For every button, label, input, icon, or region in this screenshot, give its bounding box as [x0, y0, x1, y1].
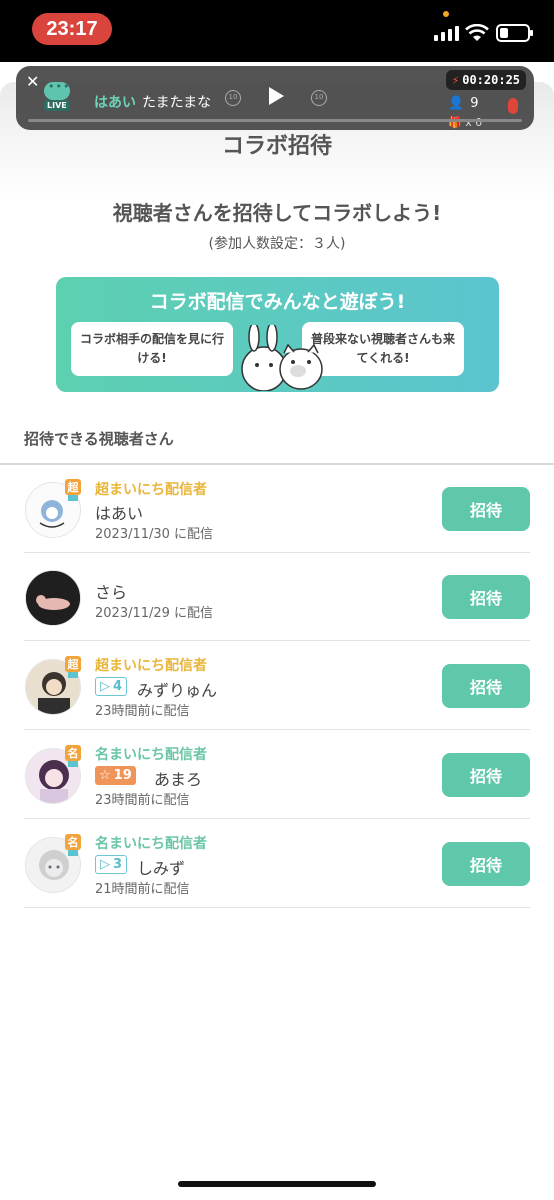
mini-player-host: はあい — [94, 95, 136, 111]
banner-title: コラボ配信でみんなと遊ぼう! — [149, 291, 406, 313]
mini-player-progress — [28, 119, 522, 122]
rank-badge: 名 — [65, 745, 81, 761]
level-value: 19 — [113, 768, 132, 783]
forward-10-icon[interactable]: 10 — [311, 90, 327, 106]
bolt-icon: ⚡ — [452, 73, 460, 87]
last-broadcast: 23時間前に配信 — [95, 793, 190, 808]
privacy-indicator — [443, 11, 449, 17]
rank-badge: 名 — [65, 834, 81, 850]
level-badge: ☆ 19 — [95, 766, 136, 785]
last-broadcast: 23時間前に配信 — [95, 704, 190, 719]
gift-icon: 🎁 — [448, 116, 462, 129]
viewer-name: さら — [95, 583, 128, 602]
viewer-row: 名 名まいにち配信者 ▷ 3 しみず 21時間前に配信 招待 — [24, 820, 530, 908]
broadcast-timer: ⚡ 00:20:25 — [446, 70, 527, 90]
viewer-name: みずりゅん — [137, 681, 218, 700]
badge-ribbon — [68, 761, 78, 767]
gift-count-text: x 0 — [465, 116, 483, 129]
mini-player[interactable]: ✕ LIVE はあい たまたまな 10 10 ⚡ 00:20:25 👤 9 🎁 … — [16, 66, 534, 130]
viewer-name: あまろ — [154, 770, 203, 789]
participant-setting: (参加人数設定：３人) — [208, 236, 346, 252]
avatar — [25, 570, 81, 626]
last-broadcast: 21時間前に配信 — [95, 882, 190, 897]
rank-label: 超まいにち配信者 — [95, 658, 207, 674]
rank-label: 名まいにち配信者 — [95, 836, 207, 852]
invite-button[interactable]: 招待 — [442, 487, 530, 531]
last-broadcast: 2023/11/29 に配信 — [95, 606, 214, 621]
mascot-illustration — [241, 325, 323, 391]
close-icon[interactable]: ✕ — [26, 72, 39, 91]
badge-ribbon — [68, 672, 78, 678]
cellular-signal-icon — [434, 26, 459, 41]
live-chat-icon: LIVE — [44, 80, 72, 112]
live-label: LIVE — [44, 100, 70, 111]
status-time: 23:17 — [32, 13, 112, 45]
viewer-row: 名 名まいにち配信者 ☆ 19 あまろ 23時間前に配信 招待 — [24, 731, 530, 819]
gift-count: 🎁 x 0 — [448, 116, 482, 129]
viewer-name: しみず — [137, 859, 186, 878]
microphone-icon[interactable] — [508, 98, 518, 114]
viewer-count: 👤 9 — [448, 96, 478, 111]
mini-player-title: たまたまな — [142, 95, 212, 111]
rank-label: 超まいにち配信者 — [95, 482, 207, 498]
viewer-row: さら 2023/11/29 に配信 招待 — [24, 553, 530, 641]
badge-ribbon — [68, 495, 78, 501]
wifi-icon — [465, 24, 489, 41]
status-bar: 23:17 — [0, 0, 554, 62]
invite-button[interactable]: 招待 — [442, 753, 530, 797]
level-value: 3 — [113, 857, 123, 872]
badge-ribbon — [68, 850, 78, 856]
invite-button[interactable]: 招待 — [442, 575, 530, 619]
viewer-count-text: 9 — [470, 96, 479, 111]
star-icon: ☆ — [99, 768, 111, 783]
invite-button[interactable]: 招待 — [442, 664, 530, 708]
level-badge: ▷ 3 — [95, 855, 128, 874]
viewer-name: はあい — [95, 504, 144, 523]
battery-icon — [496, 24, 533, 42]
collab-banner: コラボ配信でみんなと遊ぼう! コラボ相手の配信を見に行ける! 普段来ない視聴者さ… — [56, 277, 499, 392]
level-badge: ▷ 4 — [95, 677, 128, 696]
play-level-icon: ▷ — [100, 679, 110, 694]
person-icon: 👤 — [448, 96, 465, 111]
viewer-row: 超 超まいにち配信者 はあい 2023/11/30 に配信 招待 — [24, 465, 530, 553]
home-indicator[interactable] — [178, 1181, 376, 1187]
timer-text: 00:20:25 — [462, 73, 521, 87]
viewer-row: 超 超まいにち配信者 ▷ 4 みずりゅん 23時間前に配信 招待 — [24, 642, 530, 730]
rank-badge: 超 — [65, 656, 81, 672]
invite-button[interactable]: 招待 — [442, 842, 530, 886]
rewind-10-icon[interactable]: 10 — [225, 90, 241, 106]
last-broadcast: 2023/11/30 に配信 — [95, 527, 214, 542]
section-title: 招待できる視聴者さん — [24, 430, 174, 448]
level-value: 4 — [113, 679, 123, 694]
invite-headline: 視聴者さんを招待してコラボしよう! — [112, 201, 442, 225]
banner-bubble-left: コラボ相手の配信を見に行ける! — [71, 322, 233, 376]
page-title: コラボ招待 — [221, 134, 332, 159]
play-icon[interactable] — [269, 87, 284, 105]
rank-label: 名まいにち配信者 — [95, 747, 207, 763]
rank-badge: 超 — [65, 479, 81, 495]
play-level-icon: ▷ — [100, 857, 110, 872]
